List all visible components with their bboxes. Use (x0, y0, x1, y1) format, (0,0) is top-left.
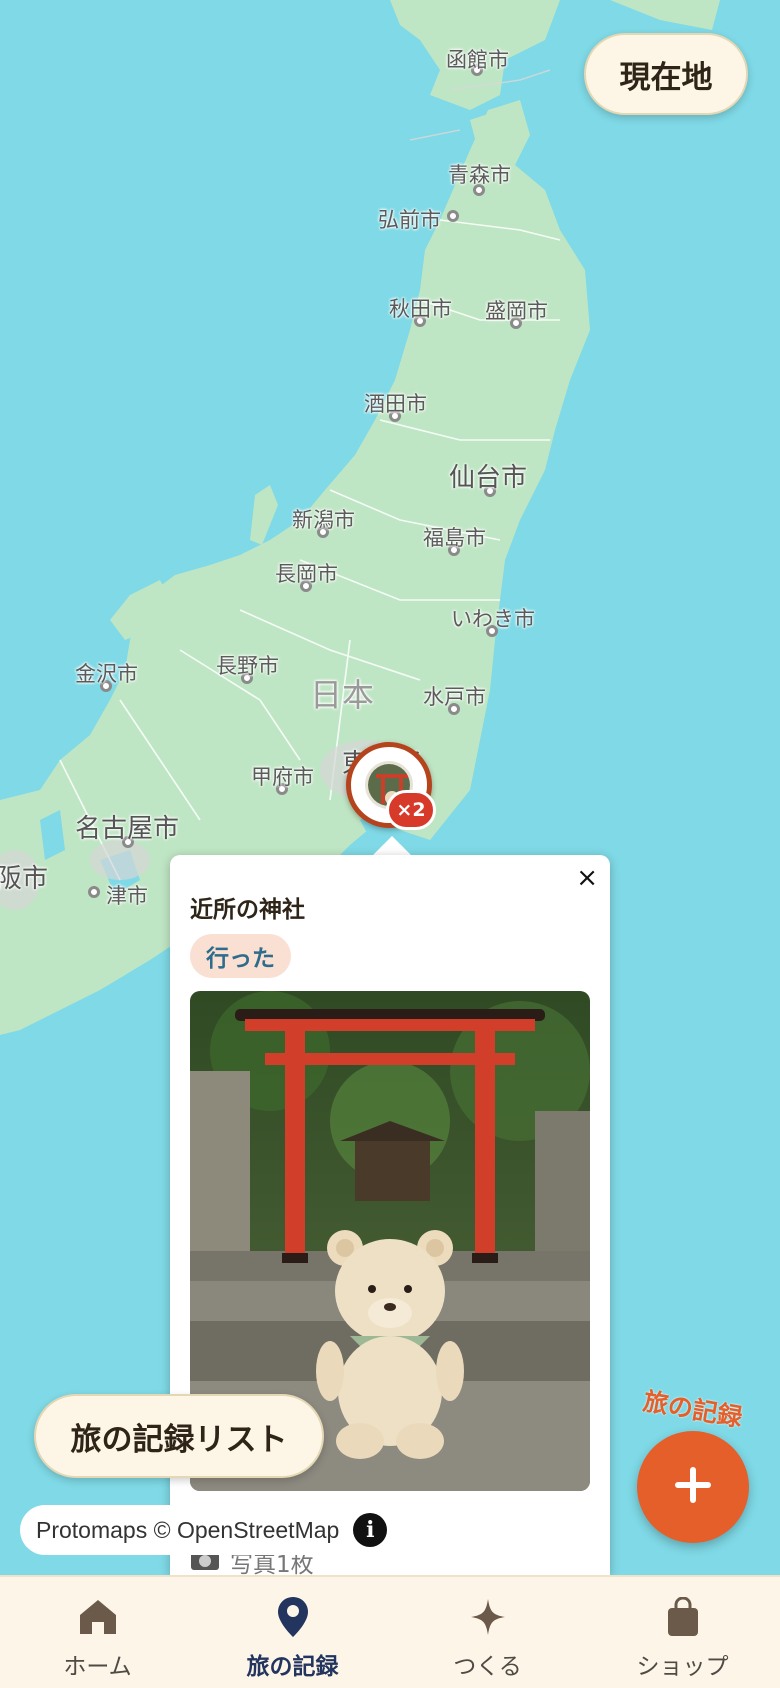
city-label: 盛岡市 (485, 299, 548, 323)
city-label: 福島市 (423, 526, 486, 550)
city-label: 甲府市 (251, 765, 314, 789)
city-label: 函館市 (446, 48, 509, 72)
current-location-button[interactable]: 現在地 (584, 33, 748, 115)
add-record-button[interactable] (637, 1431, 749, 1543)
tab-travel-record[interactable]: 旅の記録 (195, 1577, 390, 1688)
bottom-tab-bar: ホーム 旅の記録 つくる ショップ (0, 1575, 780, 1688)
city-label: いわき市 (451, 607, 535, 631)
map-pin-icon (277, 1595, 309, 1639)
map-attribution: Protomaps © OpenStreetMap i (20, 1505, 400, 1555)
city-label: 酒田市 (364, 392, 427, 416)
popup-title: 近所の神社 (190, 897, 305, 923)
city-label: 津市 (106, 884, 148, 908)
city-label: 大阪市 (0, 864, 49, 894)
city-label: 長岡市 (275, 562, 338, 586)
city-label: 長野市 (216, 654, 279, 678)
home-icon (78, 1595, 118, 1639)
city-label: 青森市 (448, 163, 511, 187)
tab-label: ショップ (636, 1654, 729, 1680)
travel-record-list-button[interactable]: 旅の記録リスト (34, 1394, 324, 1478)
city-label: 金沢市 (75, 662, 138, 686)
city-dot (447, 210, 459, 222)
city-label: 名古屋市 (75, 814, 180, 844)
city-label: 新潟市 (292, 508, 355, 532)
city-label: 秋田市 (389, 297, 452, 321)
marker-count-badge: ×2 (386, 790, 436, 830)
shopping-bag-icon (666, 1595, 700, 1639)
tab-label: 旅の記録 (246, 1654, 339, 1680)
city-dot (88, 886, 100, 898)
tab-create[interactable]: つくる (390, 1577, 585, 1688)
city-label: 仙台市 (449, 463, 528, 493)
popup-tail (372, 836, 412, 856)
plus-icon (671, 1463, 715, 1511)
tab-home[interactable]: ホーム (0, 1577, 195, 1688)
attribution-text: Protomaps © OpenStreetMap (36, 1516, 340, 1543)
tab-label: つくる (453, 1654, 522, 1680)
status-badge: 行った (190, 934, 291, 978)
close-icon[interactable]: × (576, 863, 598, 893)
tab-label: ホーム (63, 1654, 132, 1680)
sparkle-icon (470, 1595, 506, 1639)
country-label: 日本 (310, 676, 375, 714)
city-label: 弘前市 (378, 208, 441, 232)
info-icon[interactable]: i (353, 1513, 388, 1547)
city-label: 水戸市 (423, 685, 486, 709)
tab-shop[interactable]: ショップ (585, 1577, 780, 1688)
